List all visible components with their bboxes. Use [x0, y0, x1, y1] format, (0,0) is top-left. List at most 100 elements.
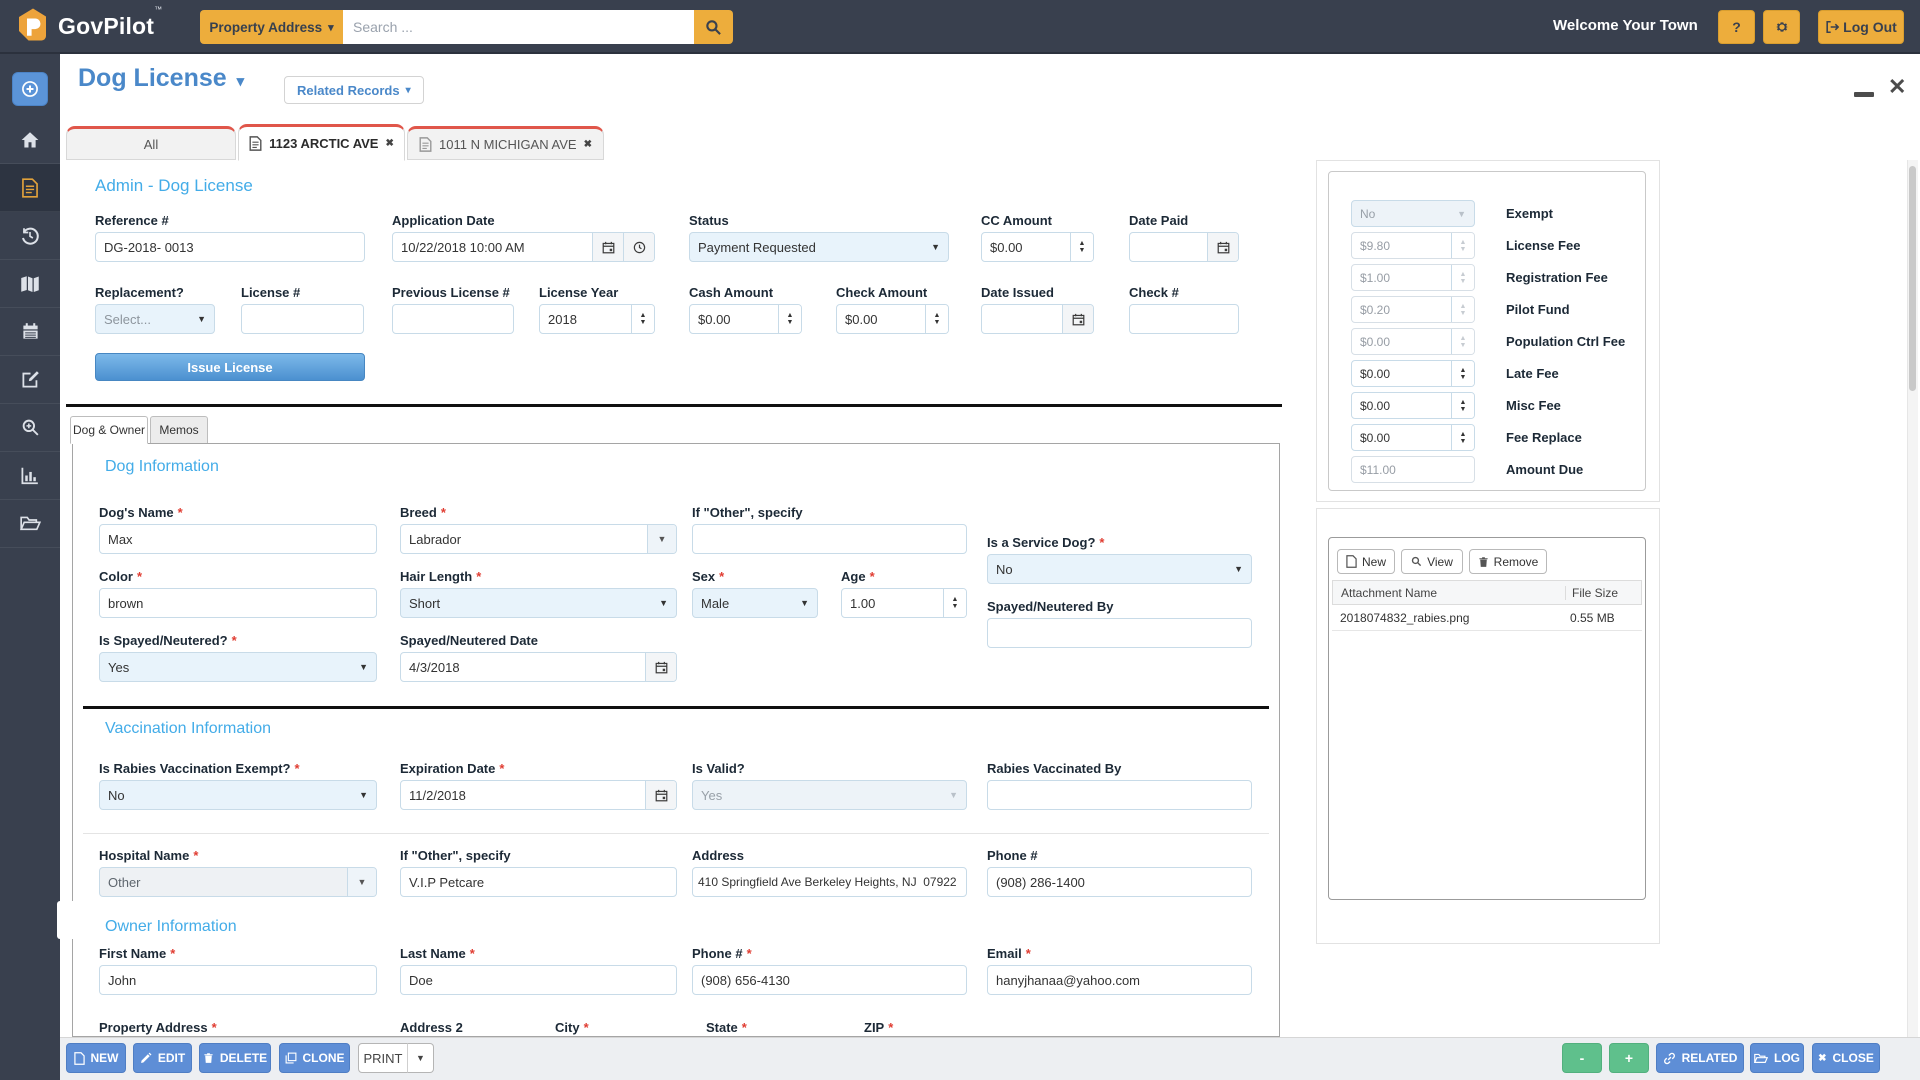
spin-up-icon[interactable]: ▲ [1460, 367, 1467, 374]
record-tab-1123-arctic-ave[interactable]: 1123 ARCTIC AVE ✖ [238, 124, 405, 161]
spin-up-icon[interactable]: ▲ [787, 312, 794, 319]
vertical-scrollbar-thumb[interactable] [1909, 166, 1916, 391]
sidebar-item-search-zoom[interactable] [0, 404, 60, 452]
service-dog-select[interactable]: No ▼ [987, 554, 1252, 584]
edit-button[interactable]: EDIT [133, 1043, 192, 1073]
replacement-select[interactable]: Select... ▼ [95, 304, 215, 334]
window-minimize-button[interactable] [1854, 92, 1874, 97]
spin-down-icon[interactable]: ▼ [787, 319, 794, 326]
color-input[interactable] [100, 589, 376, 617]
related-records-button[interactable]: Related Records ▾ [284, 76, 424, 104]
new-button[interactable]: NEW [66, 1043, 126, 1073]
spin-down-icon[interactable]: ▼ [934, 319, 941, 326]
combobox-dropdown-button[interactable]: ▼ [347, 868, 376, 896]
delete-button[interactable]: DELETE [199, 1043, 271, 1073]
rabies-exempt-select[interactable]: No ▼ [99, 780, 377, 810]
hair-length-select[interactable]: Short ▼ [400, 588, 677, 618]
spin-down-icon[interactable]: ▼ [1079, 247, 1086, 254]
misc-fee-input[interactable] [1352, 393, 1451, 418]
zoom-in-button[interactable]: + [1609, 1043, 1649, 1073]
related-button[interactable]: RELATED [1656, 1043, 1744, 1073]
search-input[interactable] [343, 10, 694, 44]
expiration-date-input[interactable] [401, 781, 645, 809]
license-number-input[interactable] [242, 305, 363, 333]
age-input[interactable] [842, 589, 943, 617]
clone-button[interactable]: CLONE [279, 1043, 350, 1073]
zoom-out-button[interactable]: - [1562, 1043, 1602, 1073]
search-button[interactable] [694, 10, 733, 44]
date-paid-input[interactable] [1130, 233, 1207, 261]
spin-down-icon[interactable]: ▼ [640, 319, 647, 326]
spinner-control[interactable]: ▲ ▼ [1451, 361, 1474, 386]
attachment-row[interactable]: 2018074832_rabies.png 0.55 MB [1332, 605, 1642, 631]
tab-close-icon[interactable]: ✖ [584, 139, 592, 150]
application-date-input[interactable] [393, 233, 592, 261]
spinner-control[interactable]: ▲ ▼ [1070, 233, 1093, 261]
calendar-picker-button[interactable] [1062, 305, 1093, 333]
spinner-control[interactable]: ▲ ▼ [1451, 393, 1474, 418]
spayed-by-input[interactable] [988, 619, 1251, 647]
spin-up-icon[interactable]: ▲ [640, 312, 647, 319]
fee-replace-input[interactable] [1352, 425, 1451, 450]
add-record-button[interactable] [12, 72, 48, 106]
calendar-picker-button[interactable] [1207, 233, 1238, 261]
logout-button[interactable]: Log Out [1818, 10, 1904, 44]
detail-tab-memos[interactable]: Memos [150, 416, 208, 444]
record-tab-all[interactable]: All [66, 126, 236, 160]
attachment-view-button[interactable]: View [1401, 549, 1463, 574]
spinner-control[interactable]: ▲ ▼ [631, 305, 654, 333]
vaccinated-by-input[interactable] [988, 781, 1251, 809]
detail-tab-dog-owner[interactable]: Dog & Owner [70, 416, 148, 444]
print-button[interactable]: PRINT [358, 1043, 408, 1073]
spayed-date-input[interactable] [401, 653, 645, 681]
spin-up-icon[interactable]: ▲ [934, 312, 941, 319]
spin-up-icon[interactable]: ▲ [1079, 240, 1086, 247]
calendar-picker-button[interactable] [645, 781, 676, 809]
spin-down-icon[interactable]: ▼ [1460, 406, 1467, 413]
owner-email-input[interactable] [988, 966, 1251, 994]
search-category-dropdown[interactable]: Property Address ▾ [200, 10, 343, 44]
breed-combobox[interactable]: Labrador ▼ [400, 524, 677, 554]
spin-down-icon[interactable]: ▼ [1460, 438, 1467, 445]
calendar-picker-button[interactable] [592, 233, 623, 261]
status-select[interactable]: Payment Requested ▼ [689, 232, 949, 262]
calendar-picker-button[interactable] [645, 653, 676, 681]
spin-down-icon[interactable]: ▼ [1460, 374, 1467, 381]
cc-amount-input[interactable] [982, 233, 1070, 261]
first-name-input[interactable] [100, 966, 376, 994]
hospital-address-input[interactable] [693, 868, 966, 896]
hospital-phone-input[interactable] [988, 868, 1251, 896]
issue-license-button[interactable]: Issue License [95, 353, 365, 381]
spin-up-icon[interactable]: ▲ [1460, 399, 1467, 406]
help-button[interactable]: ? [1718, 10, 1755, 44]
window-close-button[interactable]: ✕ [1888, 76, 1906, 98]
sidebar-item-documents[interactable] [0, 164, 60, 212]
check-number-input[interactable] [1130, 305, 1238, 333]
spinner-control[interactable]: ▲ ▼ [925, 305, 948, 333]
attachment-remove-button[interactable]: Remove [1469, 549, 1547, 574]
sidebar-item-map[interactable] [0, 260, 60, 308]
date-issued-input[interactable] [982, 305, 1062, 333]
reference-number-input[interactable] [96, 233, 364, 261]
hospital-name-combobox[interactable]: Other ▼ [99, 867, 377, 897]
combobox-dropdown-button[interactable]: ▼ [647, 525, 676, 553]
sidebar-item-files[interactable] [0, 500, 60, 548]
page-title[interactable]: Dog License ▾ [78, 64, 244, 93]
print-options-dropdown[interactable]: ▼ [407, 1043, 434, 1073]
close-button[interactable]: ✖ CLOSE [1812, 1043, 1880, 1073]
hospital-other-input[interactable] [401, 868, 676, 896]
record-tab-1011-n-michigan-ave[interactable]: 1011 N MICHIGAN AVE ✖ [407, 126, 604, 160]
tab-close-icon[interactable]: ✖ [385, 138, 393, 149]
brand-logo[interactable]: GovPilot™ [14, 5, 162, 45]
previous-license-input[interactable] [393, 305, 513, 333]
spin-down-icon[interactable]: ▼ [952, 603, 959, 610]
sidebar-item-calendar[interactable] [0, 308, 60, 356]
check-amount-input[interactable] [837, 305, 925, 333]
cash-amount-input[interactable] [690, 305, 778, 333]
sidebar-item-reports[interactable] [0, 452, 60, 500]
sidebar-item-home[interactable] [0, 116, 60, 164]
owner-phone-input[interactable] [693, 966, 966, 994]
sidebar-item-edit[interactable] [0, 356, 60, 404]
spinner-control[interactable]: ▲ ▼ [1451, 425, 1474, 450]
spinner-control[interactable]: ▲ ▼ [943, 589, 966, 617]
